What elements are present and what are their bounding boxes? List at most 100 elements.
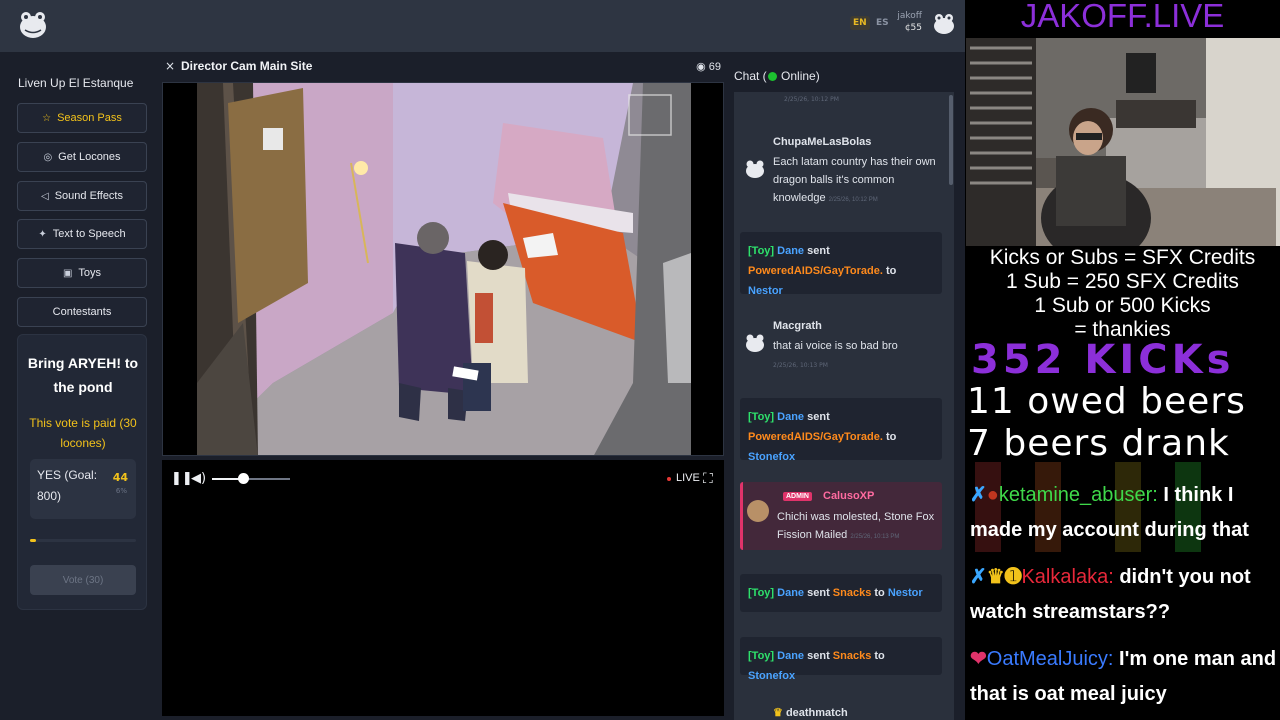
admin-message: ADMIN CalusoXP Chichi was molested, Ston… xyxy=(740,482,942,550)
event-to: to xyxy=(885,431,897,443)
volume-slider-knob[interactable] xyxy=(238,473,250,484)
event-tag: [Toy] xyxy=(748,411,775,423)
message-timestamp: 2/25/26, 10:13 PM xyxy=(773,362,828,369)
chat-panel[interactable]: 2/25/26, 10:12 PM ChupaMeLasBolas Each l… xyxy=(734,92,954,720)
event-target[interactable]: Nestor xyxy=(748,285,783,297)
beers-drank: 7 beers drank xyxy=(967,423,1230,464)
rule-line: 1 Sub or 500 Kicks xyxy=(1034,294,1211,317)
fullscreen-icon[interactable]: ⛶ xyxy=(703,471,713,487)
webcam-image xyxy=(966,38,1280,246)
text-to-speech-button[interactable]: ✦ Text to Speech xyxy=(17,219,147,249)
event-user[interactable]: Dane xyxy=(777,245,804,257)
event-verb: sent xyxy=(807,650,830,662)
vote-paid-text: This vote is paid (30 locones) xyxy=(29,416,137,450)
coin-icon: ◎ xyxy=(43,151,53,163)
online-dot-icon xyxy=(767,72,777,81)
contestants-label: Contestants xyxy=(52,306,112,318)
stream-overlay: JAKOFF.LIVE Kicks or Subs = SFX Credits … xyxy=(965,0,1280,720)
chat-scrollbar-thumb[interactable] xyxy=(949,95,953,185)
event-tag: [Toy] xyxy=(748,587,775,599)
language-en[interactable]: EN xyxy=(850,16,870,30)
sparkle-icon: ✦ xyxy=(38,228,47,240)
event-target[interactable]: Stonefox xyxy=(748,670,795,682)
video-feed[interactable] xyxy=(162,82,724,456)
volume-icon[interactable]: ◀) xyxy=(191,471,206,486)
chat-title: Chat ( xyxy=(734,69,767,83)
user-avatar-icon[interactable] xyxy=(932,12,956,36)
message-timestamp: 2/25/26, 10:13 PM xyxy=(850,534,900,540)
event-verb: sent xyxy=(807,245,830,257)
language-es[interactable]: ES xyxy=(876,18,889,28)
admin-badge: ADMIN xyxy=(783,492,812,501)
sidebar: Liven Up El Estanque ☆ Season Pass ◎ Get… xyxy=(0,52,160,720)
username: jakoff xyxy=(897,11,922,21)
top-bar: EN ES jakoff ¢55 xyxy=(0,0,965,52)
player-header: × Director Cam Main Site ◉ 69 xyxy=(162,56,724,80)
vote-option-label: YES (Goal: 800) xyxy=(37,468,98,503)
overlay-chat-user: OatMealJuicy: xyxy=(986,648,1114,670)
event-item: PoweredAIDS/GayTorade. xyxy=(748,265,883,277)
event-user[interactable]: Dane xyxy=(777,411,804,423)
message-timestamp: 2/25/26, 10:12 PM xyxy=(784,96,839,103)
event-user[interactable]: Dane xyxy=(777,587,804,599)
event-item: Snacks xyxy=(832,587,872,599)
star-icon: ☆ xyxy=(42,112,52,124)
rank-one-icon: ➊ xyxy=(1004,566,1022,588)
vote-progress-fill xyxy=(30,539,36,542)
vote-option-yes[interactable]: YES (Goal: 800) 44 6% xyxy=(30,459,136,519)
text-to-speech-label: Text to Speech xyxy=(52,228,126,240)
get-locones-button[interactable]: ◎ Get Locones xyxy=(17,142,147,172)
close-icon[interactable]: × xyxy=(165,59,175,73)
sound-effects-button[interactable]: ◁ Sound Effects xyxy=(17,181,147,211)
season-pass-label: Season Pass xyxy=(57,112,122,124)
chat-text: that ai voice is so bad bro xyxy=(773,340,898,352)
event-target[interactable]: Stonefox xyxy=(748,451,795,463)
event-target[interactable]: Nestor xyxy=(888,587,923,599)
sword-icon: ✗ xyxy=(970,566,987,588)
event-user[interactable]: Dane xyxy=(777,650,804,662)
chat-scrollbar[interactable] xyxy=(948,92,954,720)
heart-icon: ❤ xyxy=(970,648,987,670)
kicks-counter: 352 KICKs xyxy=(971,337,1235,383)
pause-icon[interactable]: ❚❚ xyxy=(171,471,193,486)
toy-event: [Toy] Dane sent PoweredAIDS/GayTorade. t… xyxy=(740,398,942,463)
event-tag: [Toy] xyxy=(748,650,775,662)
contestants-button[interactable]: Contestants xyxy=(17,297,147,327)
player-controls: ❚❚ ◀) LIVE ⛶ xyxy=(162,460,724,500)
rule-line: Kicks or Subs = SFX Credits xyxy=(989,246,1256,269)
overlay-chat-line: ✗♛➊Kalkalaka: didn't you not watch strea… xyxy=(970,560,1280,630)
chat-username[interactable]: Macgrath xyxy=(773,320,822,332)
vote-progress-bar xyxy=(30,539,136,542)
user-info[interactable]: jakoff ¢55 xyxy=(896,11,922,33)
toys-button[interactable]: ▣ Toys xyxy=(17,258,147,288)
frog-logo-icon[interactable] xyxy=(16,8,50,42)
video-frame-image xyxy=(163,83,723,455)
vote-button[interactable]: Vote (30) xyxy=(30,565,136,595)
chat-username-text: deathmatch xyxy=(785,707,848,719)
vote-card: Bring ARYEH! to the pond This vote is pa… xyxy=(17,334,147,610)
message-timestamp: 2/25/26, 10:12 PM xyxy=(828,197,878,203)
live-label[interactable]: LIVE xyxy=(676,472,700,484)
overlay-title: JAKOFF.LIVE xyxy=(1020,0,1225,34)
viewer-count-value: 69 xyxy=(708,61,721,73)
owed-beers: 11 owed beers xyxy=(967,381,1246,422)
badge-icon: ● xyxy=(986,484,999,506)
event-item: PoweredAIDS/GayTorade. xyxy=(748,431,883,443)
event-to: to xyxy=(874,587,885,599)
vote-option-percent: 6% xyxy=(115,487,127,495)
live-dot-icon xyxy=(667,477,671,481)
admin-username[interactable]: CalusoXP xyxy=(823,490,874,502)
rule-line: 1 Sub = 250 SFX Credits xyxy=(1006,270,1239,293)
chat-username[interactable]: ♛ deathmatch xyxy=(773,706,848,719)
toy-event: [Toy] Dane sent Snacks to Nestor xyxy=(740,574,942,612)
toy-event: [Toy] Dane sent Snacks to Stonefox xyxy=(740,637,942,682)
season-pass-button[interactable]: ☆ Season Pass xyxy=(17,103,147,133)
viewer-count: ◉ 69 xyxy=(696,60,721,73)
chat-text: Each latam country has their own dragon … xyxy=(773,153,945,209)
crown-icon: ♛ xyxy=(986,566,1005,588)
eye-icon: ◉ xyxy=(696,61,706,73)
website-area: EN ES jakoff ¢55 Liven Up El Estanque ☆ … xyxy=(0,0,965,720)
chat-username[interactable]: ChupaMeLasBolas xyxy=(773,136,871,148)
event-to: to xyxy=(874,650,885,662)
chat-status: Online) xyxy=(781,69,820,83)
